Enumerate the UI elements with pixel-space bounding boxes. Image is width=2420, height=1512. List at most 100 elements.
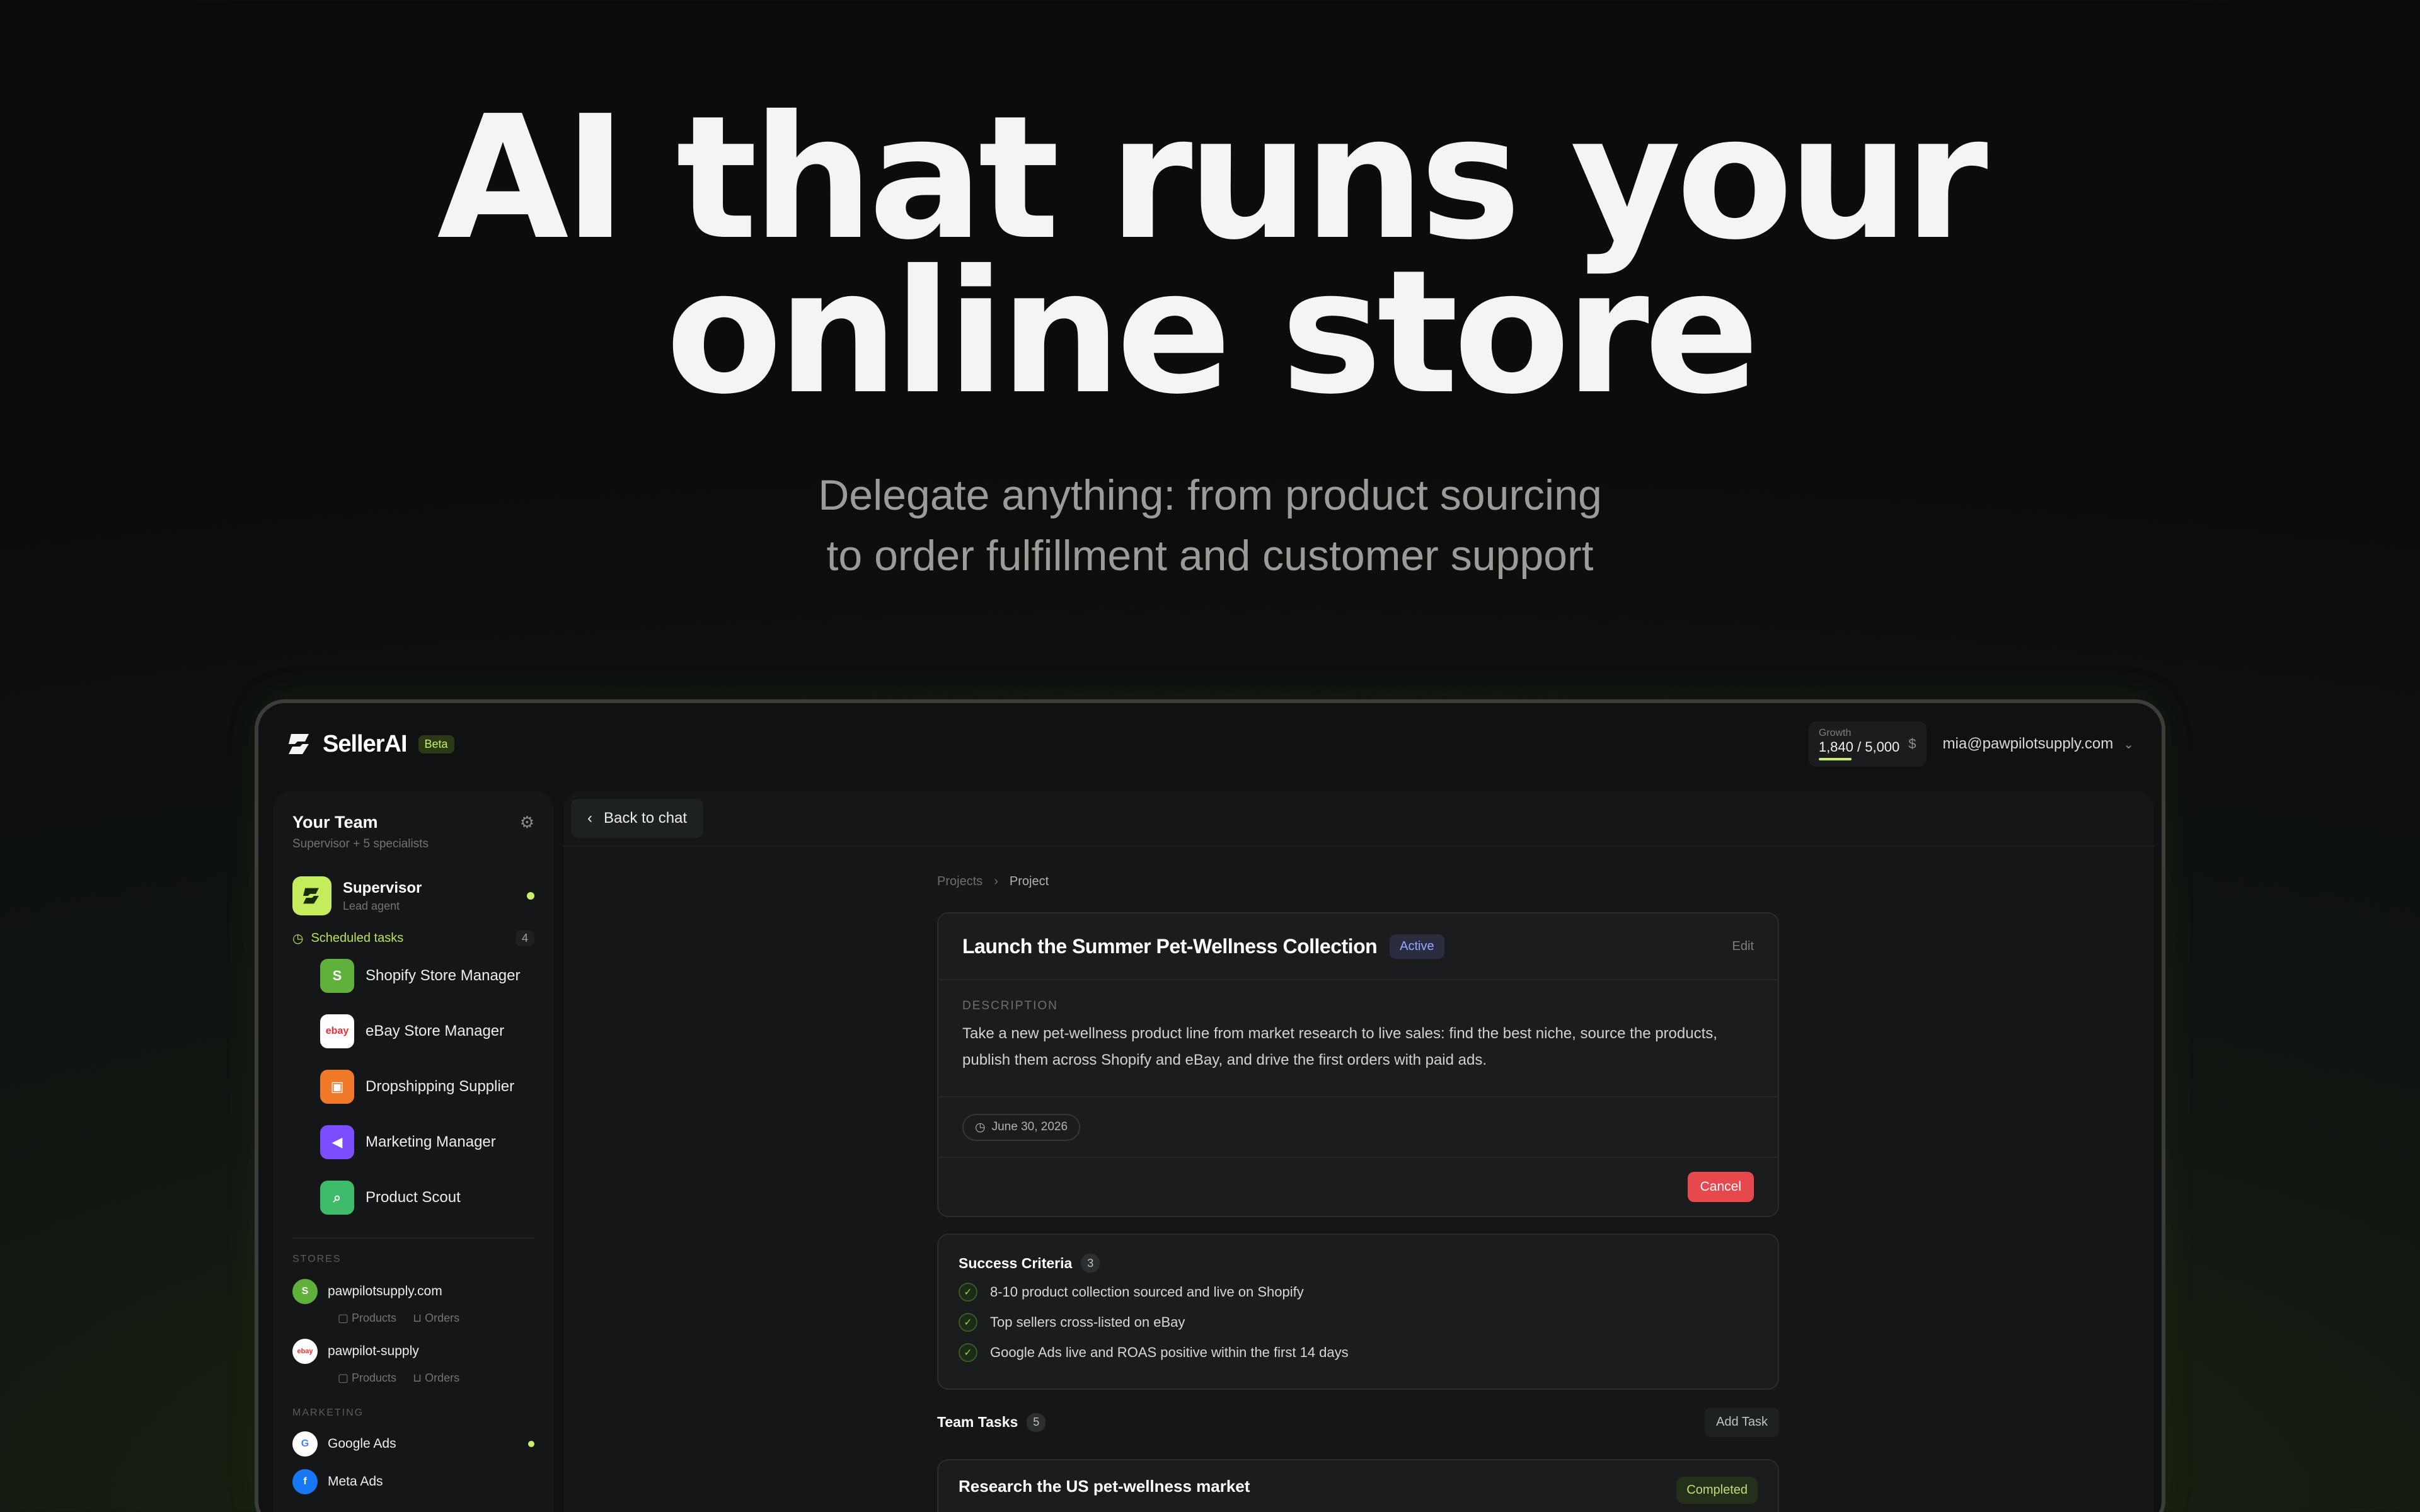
project-description: Take a new pet-wellness product line fro…	[962, 1025, 1717, 1068]
brand-logo[interactable]: SellerAI Beta	[286, 730, 454, 758]
specialist-label: eBay Store Manager	[366, 1022, 505, 1040]
supervisor-item[interactable]: Supervisor Lead agent	[292, 876, 534, 915]
selerai-logo-icon	[289, 734, 309, 754]
scheduled-tasks-count: 4	[515, 931, 534, 946]
marketing-name: Google Ads	[328, 1436, 396, 1451]
user-menu[interactable]: mia@pawpilotsupply.com ⌄	[1943, 735, 2134, 753]
team-subtitle: Supervisor + 5 specialists	[292, 837, 429, 850]
store-products-link[interactable]: ▢ Products	[338, 1312, 396, 1325]
chevron-down-icon: ⌄	[2123, 737, 2134, 752]
hero-subtitle-line-2: to order fulfillment and customer suppor…	[826, 532, 1594, 580]
specialist-ebay-store-manager[interactable]: ebay eBay Store Manager	[320, 1014, 534, 1048]
add-task-button[interactable]: Add Task	[1705, 1407, 1779, 1437]
main-panel: ‹ Back to chat Projects › Project Launch…	[563, 791, 2154, 1512]
hero-title: AI that runs your online store	[0, 79, 2420, 418]
marketing-google-ads[interactable]: G Google Ads	[292, 1431, 534, 1457]
criteria-text: Google Ads live and ROAS positive within…	[990, 1344, 1349, 1360]
app-window: SellerAI Beta Growth 1,840 / 5,000 $ mia…	[255, 699, 2165, 1512]
store-orders-link[interactable]: ⊔ Orders	[413, 1312, 459, 1325]
gear-icon[interactable]: ⚙	[520, 813, 534, 832]
criteria-text: Top sellers cross-listed on eBay	[990, 1314, 1185, 1330]
breadcrumb: Projects › Project	[937, 874, 1049, 889]
specialist-label: Product Scout	[366, 1189, 461, 1206]
back-to-chat-button[interactable]: ‹ Back to chat	[571, 799, 704, 838]
specialist-dropshipping-supplier[interactable]: ▣ Dropshipping Supplier	[320, 1070, 534, 1104]
description-label: DESCRIPTION	[962, 999, 1058, 1012]
status-badge: Active	[1390, 934, 1444, 959]
specialists-list: S Shopify Store Manager ebay eBay Store …	[320, 959, 534, 1215]
specialist-marketing-manager[interactable]: ◀ Marketing Manager	[320, 1125, 534, 1159]
marketing-section-label: MARKETING	[292, 1407, 364, 1418]
store-name: pawpilotsupply.com	[328, 1284, 442, 1298]
beta-badge: Beta	[418, 735, 454, 753]
cancel-project-button[interactable]: Cancel	[1687, 1172, 1754, 1202]
task-title: Research the US pet-wellness market	[959, 1477, 1250, 1496]
user-email: mia@pawpilotsupply.com	[1942, 735, 2114, 752]
sidebar-divider	[292, 1237, 534, 1239]
criteria-text: 8-10 product collection sourced and live…	[990, 1284, 1304, 1300]
specialist-label: Marketing Manager	[366, 1133, 496, 1150]
online-status-dot	[528, 1441, 534, 1447]
search-icon: ⌕	[320, 1181, 354, 1215]
hero-subtitle: Delegate anything: from product sourcing…	[0, 465, 2420, 586]
due-date: June 30, 2026	[991, 1120, 1068, 1133]
ebay-icon: ebay	[292, 1339, 318, 1364]
project-card: Launch the Summer Pet-Wellness Collectio…	[937, 912, 1779, 1217]
chevron-left-icon: ‹	[587, 810, 592, 827]
criteria-item: ✓ 8-10 product collection sourced and li…	[959, 1283, 1758, 1302]
check-icon: ✓	[959, 1283, 977, 1302]
check-icon: ✓	[959, 1313, 977, 1332]
clock-icon: ◷	[292, 932, 304, 946]
specialist-shopify-store-manager[interactable]: S Shopify Store Manager	[320, 959, 534, 993]
supervisor-avatar-icon	[292, 876, 331, 915]
store-products-link[interactable]: ▢ Products	[338, 1372, 396, 1385]
specialist-label: Dropshipping Supplier	[366, 1078, 515, 1095]
team-sidebar: Your Team Supervisor + 5 specialists ⚙ S…	[274, 791, 553, 1512]
task-card[interactable]: Research the US pet-wellness market Comp…	[937, 1459, 1779, 1512]
scheduled-tasks-link[interactable]: ◷ Scheduled tasks 4	[292, 931, 534, 946]
due-date-pill[interactable]: ◷ June 30, 2026	[962, 1113, 1081, 1141]
project-title: Launch the Summer Pet-Wellness Collectio…	[962, 934, 1378, 958]
task-status-badge: Completed	[1676, 1477, 1758, 1504]
team-tasks-header: Team Tasks 5 Add Task	[937, 1407, 1779, 1437]
criteria-item: ✓ Google Ads live and ROAS positive with…	[959, 1343, 1758, 1362]
specialist-product-scout[interactable]: ⌕ Product Scout	[320, 1181, 534, 1215]
specialist-label: Shopify Store Manager	[366, 967, 521, 984]
google-icon: G	[292, 1431, 318, 1457]
store-item[interactable]: S pawpilotsupply.com ▢ Products ⊔ Orders	[292, 1279, 534, 1325]
supervisor-name: Supervisor	[343, 879, 422, 896]
growth-progress-bar	[1818, 758, 1852, 760]
scheduled-tasks-label: Scheduled tasks	[311, 931, 404, 945]
brand-name: SellerAI	[323, 730, 408, 757]
criteria-item: ✓ Top sellers cross-listed on eBay	[959, 1313, 1758, 1332]
store-name: pawpilot-supply	[328, 1344, 419, 1358]
supervisor-role: Lead agent	[343, 899, 400, 912]
criteria-count: 3	[1081, 1254, 1100, 1273]
dollar-icon: $	[1908, 736, 1916, 752]
marketing-meta-ads[interactable]: f Meta Ads	[292, 1469, 534, 1494]
back-to-chat-label: Back to chat	[604, 810, 688, 827]
box-icon: ▣	[320, 1070, 354, 1104]
hero-subtitle-line-1: Delegate anything: from product sourcing	[818, 471, 1602, 519]
store-orders-link[interactable]: ⊔ Orders	[413, 1372, 459, 1385]
store-item[interactable]: ebay pawpilot-supply ▢ Products ⊔ Orders	[292, 1339, 534, 1385]
hero-title-line-1: AI that runs your	[437, 79, 1988, 277]
check-icon: ✓	[959, 1343, 977, 1362]
marketing-name: Meta Ads	[328, 1474, 383, 1489]
shopify-icon: S	[320, 959, 354, 993]
growth-label: Growth	[1818, 728, 1852, 738]
tasks-count: 5	[1027, 1412, 1046, 1432]
success-criteria-card: Success Criteria 3 ✓ 8-10 product collec…	[937, 1234, 1779, 1390]
megaphone-icon: ◀	[320, 1125, 354, 1159]
header-divider	[563, 845, 2154, 847]
edit-button[interactable]: Edit	[1732, 939, 1754, 954]
shopify-icon: S	[292, 1279, 318, 1304]
breadcrumb-current: Project	[1009, 874, 1049, 888]
growth-value: 1,840 / 5,000	[1818, 739, 1900, 755]
breadcrumb-projects[interactable]: Projects	[937, 874, 982, 889]
growth-usage-meter[interactable]: Growth 1,840 / 5,000 $	[1808, 721, 1927, 767]
online-status-dot	[527, 892, 534, 900]
success-criteria-title: Success Criteria	[959, 1254, 1073, 1271]
ebay-icon: ebay	[320, 1014, 354, 1048]
clock-icon: ◷	[975, 1120, 986, 1134]
